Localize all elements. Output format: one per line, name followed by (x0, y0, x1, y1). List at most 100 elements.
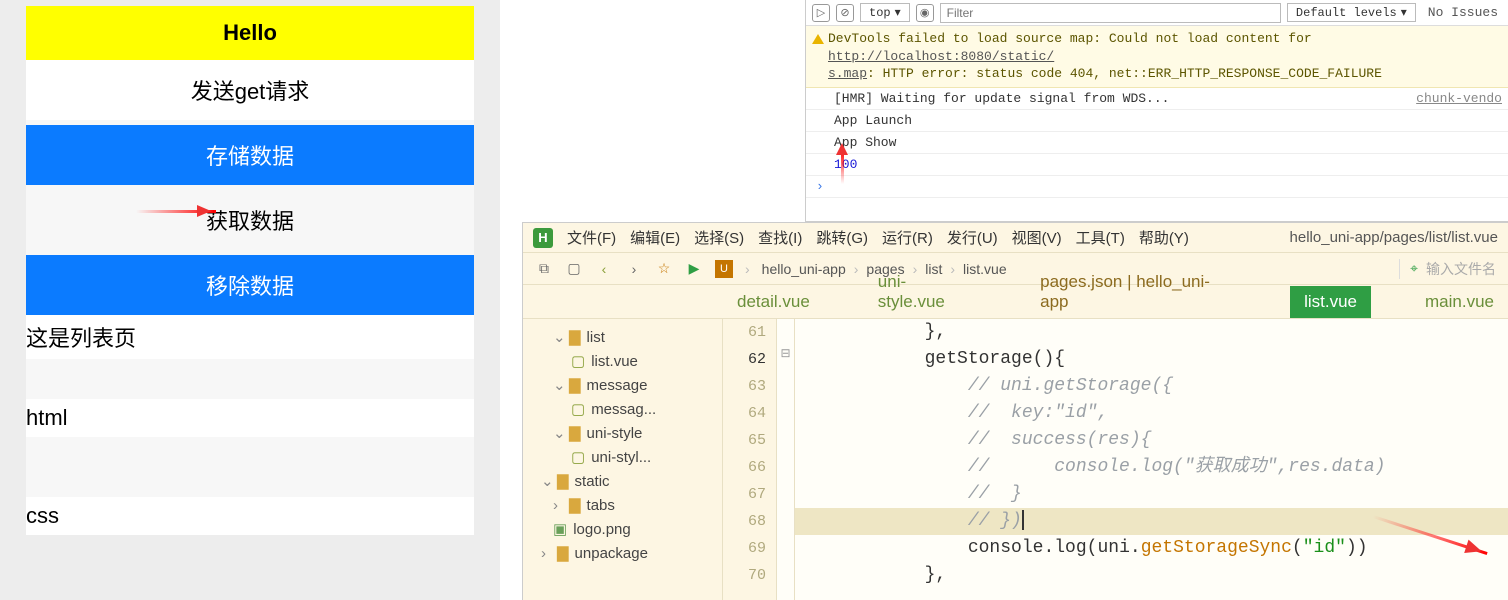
warning-url2[interactable]: s.map (828, 66, 867, 81)
code-line: }, (795, 319, 1508, 346)
ide-body: ⌄▇list ▢list.vue ⌄▇message ▢messag... ⌄▇… (523, 319, 1508, 600)
log-levels-select[interactable]: Default levels ▾ (1287, 3, 1416, 22)
list-item[interactable]: css (26, 497, 474, 535)
remove-data-button[interactable]: 移除数据 (26, 255, 474, 315)
tree-file-message[interactable]: ▢messag... (527, 397, 718, 421)
store-data-button[interactable]: 存储数据 (26, 125, 474, 185)
console-toolbar: ▷ ⊘ top▾ ◉ Default levels▾ No Issues (806, 0, 1508, 26)
warning-url[interactable]: http://localhost:8080/static/ (828, 49, 1054, 64)
menu-view[interactable]: 视图(V) (1012, 227, 1062, 248)
vue-badge-icon: U (715, 260, 733, 278)
menu-edit[interactable]: 编辑(E) (630, 227, 680, 248)
annotation-arrow-icon (841, 150, 844, 184)
filter-input[interactable] (940, 3, 1281, 23)
ide-toolbar: ⧉ ▢ ‹ › ☆ ▶ U › hello_uni-app› pages› li… (523, 253, 1508, 285)
code-line: // } (795, 481, 1508, 508)
run-icon[interactable]: ▶ (685, 260, 703, 277)
chevron-right-icon: › (745, 261, 750, 277)
tree-folder-unpackage[interactable]: ›▇unpackage (527, 541, 718, 565)
list-page-title: 这是列表页 (26, 315, 474, 359)
code-line: // console.log("获取成功",res.data) (795, 454, 1508, 481)
menu-publish[interactable]: 发行(U) (947, 227, 998, 248)
app-preview-pane: Hello 发送get请求 存储数据 获取数据 移除数据 这是列表页 html … (0, 0, 500, 600)
code-line: // uni.getStorage({ (795, 373, 1508, 400)
tree-folder-message[interactable]: ⌄▇message (527, 373, 718, 397)
play-icon[interactable]: ▷ (812, 4, 830, 22)
tree-file-unistyle[interactable]: ▢uni-styl... (527, 445, 718, 469)
code-line: getStorage(){ (795, 346, 1508, 373)
code-line: // }) (795, 508, 1508, 535)
clear-console-icon[interactable]: ⊘ (836, 4, 854, 22)
console-log-row: App Show (806, 132, 1508, 154)
nav-back-icon[interactable]: ‹ (595, 261, 613, 277)
code-editor[interactable]: 61 62 63 64 65 66 67 68 69 70 ⊟ }, getSt… (723, 319, 1508, 600)
tab-pagesjson[interactable]: pages.json | hello_uni-app (1026, 266, 1250, 318)
tree-folder-unistyle[interactable]: ⌄▇uni-style (527, 421, 718, 445)
code-line: }, (795, 562, 1508, 589)
chevron-down-icon: ▾ (895, 5, 901, 20)
code-line: // key:"id", (795, 400, 1508, 427)
tab-main[interactable]: main.vue (1411, 286, 1508, 318)
tab-unistyle[interactable]: uni-style.vue (864, 266, 986, 318)
new-file-icon[interactable]: ⧉ (535, 260, 553, 277)
menu-goto[interactable]: 跳转(G) (816, 227, 868, 248)
fold-icon[interactable]: ⊟ (777, 346, 794, 373)
warning-icon (812, 28, 824, 44)
line-gutter: 61 62 63 64 65 66 67 68 69 70 (723, 319, 777, 600)
warning-text2: : HTTP error: status code 404, net::ERR_… (867, 66, 1382, 81)
warning-text: DevTools failed to load source map: Coul… (828, 31, 1312, 46)
tree-file-logo[interactable]: ▣logo.png (527, 517, 718, 541)
console-log-row: [HMR] Waiting for update signal from WDS… (806, 88, 1508, 110)
chevron-down-icon: ▾ (1401, 5, 1407, 20)
file-search[interactable]: ⌖ 输入文件名 (1399, 259, 1496, 279)
app-screen: Hello 发送get请求 存储数据 获取数据 移除数据 这是列表页 html … (26, 6, 474, 535)
menu-help[interactable]: 帮助(Y) (1139, 227, 1189, 248)
menu-select[interactable]: 选择(S) (694, 227, 744, 248)
console-prompt[interactable]: › (806, 176, 1508, 198)
ide-menubar: H 文件(F) 编辑(E) 选择(S) 查找(I) 跳转(G) 运行(R) 发行… (523, 223, 1508, 253)
fetch-data-label: 获取数据 (206, 209, 294, 234)
log-text: [HMR] Waiting for update signal from WDS… (834, 91, 1169, 106)
menu-file[interactable]: 文件(F) (567, 227, 616, 248)
levels-label: Default levels (1296, 6, 1397, 20)
nav-forward-icon[interactable]: › (625, 261, 643, 277)
tree-folder-tabs[interactable]: ›▇tabs (527, 493, 718, 517)
eye-icon[interactable]: ◉ (916, 4, 934, 22)
file-search-placeholder: 输入文件名 (1426, 259, 1496, 279)
ide-title-path: hello_uni-app/pages/list/list.vue (1290, 229, 1498, 246)
hbuilder-logo-icon: H (533, 228, 553, 248)
tree-file-listvue[interactable]: ▢list.vue (527, 349, 718, 373)
send-get-button[interactable]: 发送get请求 (26, 60, 474, 120)
hello-header: Hello (26, 6, 474, 60)
project-tree[interactable]: ⌄▇list ▢list.vue ⌄▇message ▢messag... ⌄▇… (523, 319, 723, 600)
code-line: console.log(uni.getStorageSync("id")) (795, 535, 1508, 562)
code-lines: }, getStorage(){ // uni.getStorage({ // … (795, 319, 1508, 589)
code-line: // success(res){ (795, 427, 1508, 454)
tab-listvue[interactable]: list.vue (1290, 286, 1371, 318)
crumb-project[interactable]: hello_uni-app (762, 261, 846, 277)
menu-tools[interactable]: 工具(T) (1076, 227, 1125, 248)
list-item[interactable]: html (26, 399, 474, 437)
save-icon[interactable]: ▢ (565, 260, 583, 277)
fold-gutter[interactable]: ⊟ (777, 319, 795, 600)
log-number: 100 (834, 157, 857, 172)
text-cursor (1022, 510, 1024, 530)
menu-find[interactable]: 查找(I) (758, 227, 802, 248)
tree-folder-list[interactable]: ⌄▇list (527, 325, 718, 349)
log-source-link[interactable]: chunk-vendo (1416, 91, 1502, 106)
editor-tabs: detail.vue uni-style.vue pages.json | he… (523, 285, 1508, 319)
fetch-data-button[interactable]: 获取数据 (26, 190, 474, 250)
locate-icon[interactable]: ⌖ (1410, 260, 1418, 277)
tab-detail[interactable]: detail.vue (723, 286, 824, 318)
console-log-row: App Launch (806, 110, 1508, 132)
tree-folder-static[interactable]: ⌄▇static (527, 469, 718, 493)
hbuilder-ide: H 文件(F) 编辑(E) 选择(S) 查找(I) 跳转(G) 运行(R) 发行… (522, 222, 1508, 600)
star-icon[interactable]: ☆ (655, 260, 673, 277)
context-label: top (869, 6, 891, 20)
annotation-arrow-icon (136, 210, 216, 213)
menu-run[interactable]: 运行(R) (882, 227, 933, 248)
console-warning: DevTools failed to load source map: Coul… (806, 26, 1508, 88)
devtools-console: ▷ ⊘ top▾ ◉ Default levels▾ No Issues Dev… (805, 0, 1508, 222)
context-select[interactable]: top ▾ (860, 3, 910, 22)
console-log-row: 100 (806, 154, 1508, 176)
